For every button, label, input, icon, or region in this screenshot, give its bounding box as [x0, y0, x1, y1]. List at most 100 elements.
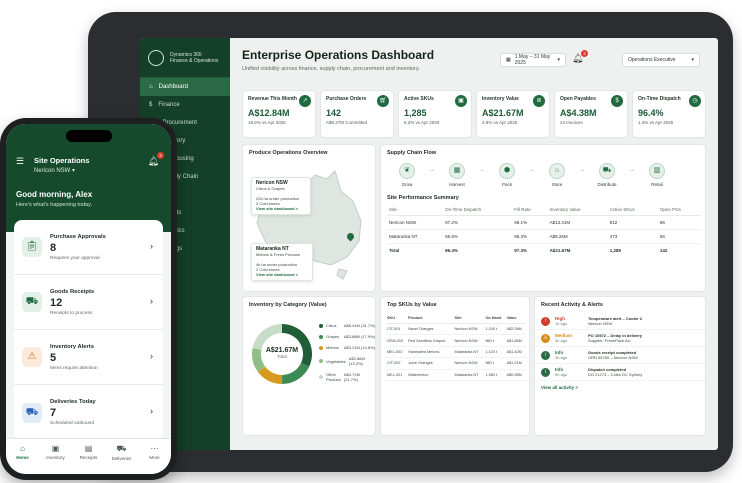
flow-step-grow: ❦ Grow: [389, 163, 425, 187]
kpi-value: 1,285: [404, 108, 427, 118]
task-card-purchase-approvals[interactable]: 📋︎ Purchase Approvals 8 Requires your appro…: [14, 220, 163, 275]
table-row[interactable]: GRA-003 Red Seedless Grapes Nericon NSW 860…: [386, 334, 526, 347]
donut-slice-citrus[interactable]: [282, 324, 312, 367]
tab-inventory[interactable]: ▣ Inventory: [39, 444, 72, 474]
bell-icon[interactable]: 🔔︎ 3: [572, 50, 588, 65]
chevron-down-icon: ▾: [557, 57, 560, 63]
table-row[interactable]: Nericon NSW 97.2% 98.1% A$13.41M 812 86: [387, 215, 701, 230]
table-row[interactable]: CIT-001 Navel Oranges Nericon NSW 1,245 t A$…: [386, 323, 526, 336]
column-header: Product: [407, 313, 454, 324]
table-cell: Mataranka NT: [387, 229, 444, 244]
kpi-row: Revenue This Month A$12.84M 18.6% vs Apr 2…: [242, 90, 706, 138]
activity-item[interactable]: ⚠ Medium 3h ago PO 10572 – Delay in deliver…: [535, 330, 705, 347]
phone-title: Site Operations: [34, 156, 90, 165]
table-row[interactable]: Mataranka NT 95.8% 96.3% A$8.26M 473 56: [387, 229, 701, 244]
flow-step-label: Harvest: [449, 182, 465, 187]
table-header: Site On-Time Dispatch Fill Rate Inventory V…: [387, 204, 701, 216]
table-cell: 473: [607, 229, 658, 244]
activity-text: Dispatch completed DO 21273 – Coles DC Sy…: [588, 367, 642, 377]
donut-slice-other-produce[interactable]: [252, 324, 282, 350]
kpi-value: 96.4%: [638, 108, 664, 118]
table-cell: 56: [657, 229, 701, 244]
date-range-picker[interactable]: ▦ 1 May – 31 May 2025 ▾: [500, 53, 566, 67]
task-card-body: Inventory Alerts 5 Items require attention: [50, 344, 98, 371]
leaf-logo-icon: [148, 49, 164, 66]
task-card-deliveries-today[interactable]: ⛟ Deliveries Today 7 Scheduled outbound ›: [14, 385, 163, 440]
arrow-right-icon: →: [629, 167, 635, 173]
table-cell: CIT-001: [386, 323, 408, 336]
table-cell: 812: [607, 215, 658, 230]
kpi-card[interactable]: On-Time Dispatch 96.4% 1.3% vs Apr 2025 ◷: [632, 90, 706, 138]
view-all-activity-link[interactable]: View all activity >: [535, 381, 705, 394]
task-count: 7: [50, 407, 57, 419]
activity-time: 3h ago: [555, 338, 568, 343]
sidebar-item-finance[interactable]: $ Finance: [140, 96, 230, 114]
table-cell: Mataranka NT: [453, 369, 485, 381]
role-select[interactable]: Operations Executive ▾: [622, 53, 700, 67]
column-header: Open POs: [657, 204, 701, 216]
info-icon: i: [541, 351, 550, 360]
tab-receipts[interactable]: ▤ Receipts: [72, 444, 105, 474]
flow-step-distribute: ⛟ Distribute: [589, 163, 625, 187]
activity-time: 3h ago: [555, 355, 568, 360]
dynamic-island: [66, 130, 112, 142]
sku-table: SKU Product Site On Hand Value CIT-001 Navel …: [386, 313, 526, 381]
legend-value: A$3.21M (14.8%): [343, 345, 375, 350]
kpi-card[interactable]: Active SKUs 1,285 6.2% vs Apr 2025 ▣: [398, 90, 472, 138]
card-title: Recent Activity & Alerts: [541, 302, 603, 308]
view-site-link[interactable]: View site dashboard >: [256, 272, 298, 277]
activity-item[interactable]: i Info 5h ago Dispatch completed DO 21273 – …: [535, 364, 705, 381]
task-count: 8: [50, 241, 57, 254]
table-cell: 86: [657, 215, 701, 230]
site-selector[interactable]: Nericon NSW ▾: [34, 167, 75, 174]
table-row[interactable]: CIT-002 Juice Oranges Nericon NSW 980 t A$1.…: [386, 357, 526, 370]
card-title: Produce Operations Overview: [249, 150, 328, 156]
table-cell: 96.3%: [512, 229, 548, 244]
hamburger-menu-icon[interactable]: ☰: [16, 156, 24, 167]
legend-name: Grapes: [326, 334, 340, 339]
column-header: Value: [505, 313, 526, 324]
activity-item[interactable]: ! High 1h ago Temperature alert – Cooler 2N…: [535, 313, 705, 330]
kpi-card[interactable]: Revenue This Month A$12.84M 18.6% vs Apr 2…: [242, 90, 316, 138]
tab-more[interactable]: ⋯ More: [138, 444, 171, 474]
greeting: Good morning, Alex: [16, 190, 93, 199]
chevron-right-icon: ›: [150, 296, 153, 306]
table-row[interactable]: MEL-002 Honeydew Melons Mataranka NT 1,120 …: [386, 346, 526, 359]
inventory-category-card: Inventory by Category (Value) A$21.67M T…: [242, 296, 376, 436]
activity-item[interactable]: i Info 3h ago Goods receipt completed GRN 55…: [535, 347, 705, 364]
flow-step-label: Retail: [651, 182, 663, 187]
recent-activity-card: Recent Activity & Alerts ! High 1h ago Temp…: [534, 296, 706, 436]
brand-line2: Finance & Operations: [170, 57, 219, 64]
table-cell: 860 t: [484, 334, 506, 347]
tab-home[interactable]: ⌂ Home: [6, 444, 39, 474]
task-note: Requires your approval: [50, 255, 100, 261]
donut-slice-grapes[interactable]: [282, 362, 310, 384]
task-card-inventory-alerts[interactable]: ⚠ Inventory Alerts 5 Items require attentio…: [14, 330, 163, 385]
sidebar-item-dashboard[interactable]: ⌂ Dashboard: [140, 78, 230, 96]
kpi-card[interactable]: Inventory Value A$21.67M 4.8% vs Apr 2025 ≣: [476, 90, 550, 138]
kpi-card[interactable]: Open Payables A$4.38M 24 Invoices $: [554, 90, 628, 138]
activity-time: 5h ago: [555, 372, 568, 377]
tab-deliveries[interactable]: ⛟ Deliveries: [105, 444, 138, 474]
task-card-goods-receipts[interactable]: ⛟ Goods Receipts 12 Receipts to process ›: [14, 275, 163, 330]
table-cell: 96.4%: [445, 248, 458, 253]
table-cell: Navel Oranges: [407, 323, 454, 336]
kpi-delta: A$8.27M Committed: [326, 120, 368, 125]
receipt-icon: ▤: [84, 444, 93, 453]
notification-badge: 3: [157, 152, 164, 159]
view-site-link[interactable]: View site dashboard >: [256, 206, 298, 211]
table-cell: A$2.08M: [505, 323, 526, 336]
kpi-card[interactable]: Purchase Orders 142 A$8.27M Committed 🛒︎: [320, 90, 394, 138]
legend-item: Vegetables A$2.86M (13.2%): [319, 356, 375, 366]
legend-value: A$4.71M (21.7%): [343, 372, 360, 382]
tab-label: Deliveries: [111, 456, 132, 461]
site-type: Melons & Fresh Produce: [256, 252, 301, 257]
chevron-right-icon: ›: [150, 351, 153, 361]
flow-step-label: Grow: [401, 182, 413, 187]
info-icon: i: [541, 368, 550, 377]
arrow-right-icon: →: [529, 167, 535, 173]
task-note: Scheduled outbound: [50, 421, 95, 426]
kpi-delta: 4.8% vs Apr 2025: [482, 120, 518, 125]
table-row[interactable]: MEL-001 Watermelon Mataranka NT 1,580 t A$0.…: [386, 369, 526, 381]
flow-step-label: Distribute: [597, 182, 617, 187]
